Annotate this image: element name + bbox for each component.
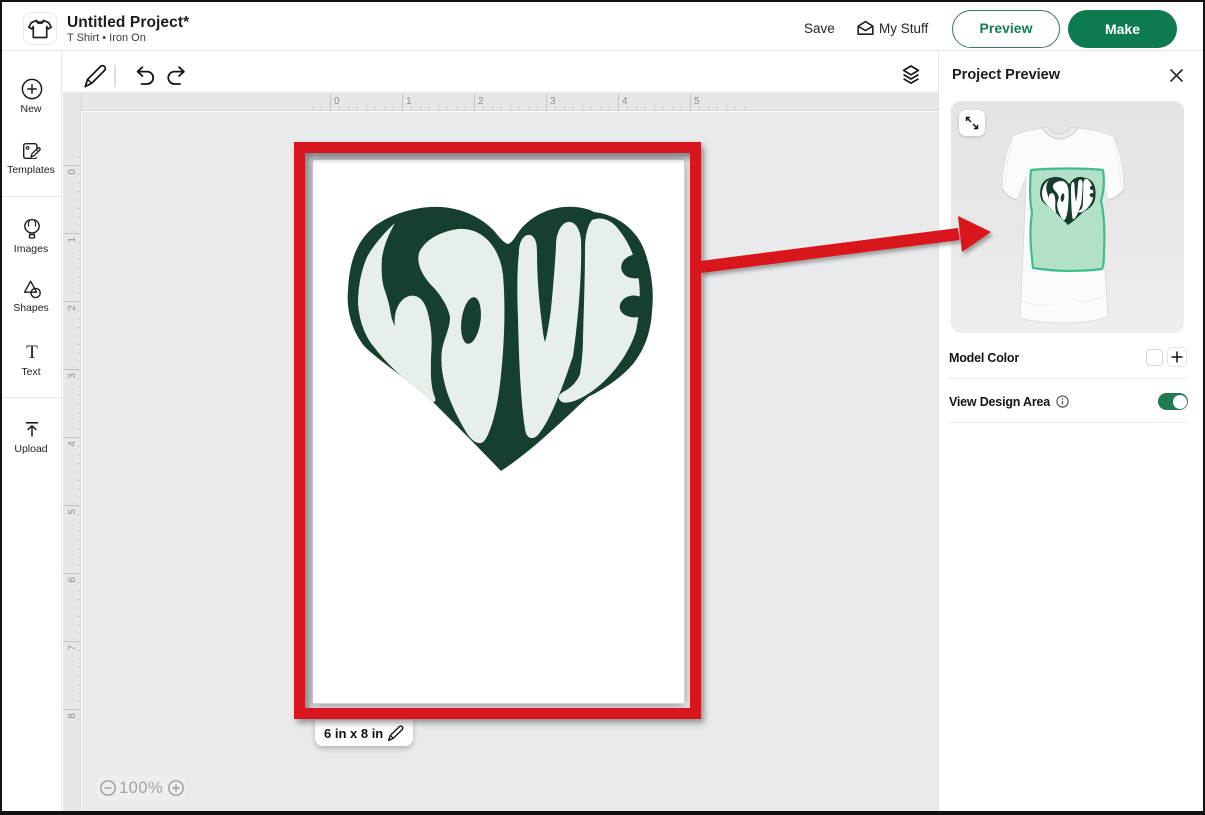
svg-text:5: 5 bbox=[67, 509, 78, 515]
svg-text:0: 0 bbox=[67, 169, 78, 175]
svg-text:1: 1 bbox=[67, 237, 78, 243]
svg-text:2: 2 bbox=[478, 96, 484, 107]
svg-text:1: 1 bbox=[406, 96, 412, 107]
svg-text:0: 0 bbox=[334, 96, 340, 107]
svg-text:7: 7 bbox=[67, 645, 78, 651]
svg-text:8: 8 bbox=[67, 713, 78, 719]
svg-text:3: 3 bbox=[67, 373, 78, 379]
svg-text:2: 2 bbox=[67, 305, 78, 311]
svg-text:4: 4 bbox=[67, 441, 78, 447]
svg-text:3: 3 bbox=[550, 96, 556, 107]
svg-text:T: T bbox=[26, 342, 38, 363]
svg-text:5: 5 bbox=[694, 96, 700, 107]
svg-text:6: 6 bbox=[67, 577, 78, 583]
svg-text:4: 4 bbox=[622, 96, 628, 107]
